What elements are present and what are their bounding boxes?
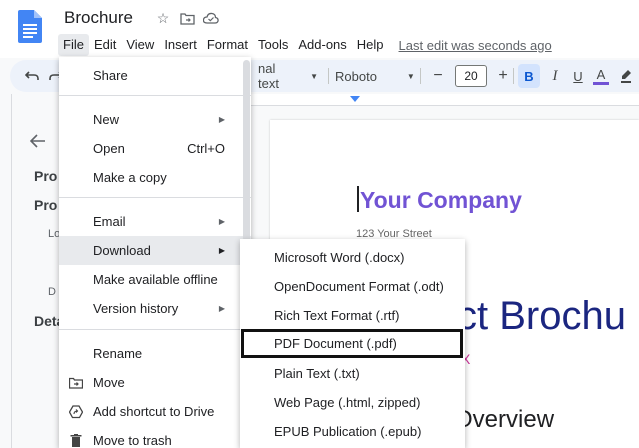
menu-edit[interactable]: Edit: [89, 34, 121, 56]
outline-heading[interactable]: Pro: [34, 168, 57, 184]
text-color-swatch: [593, 81, 609, 85]
menu-tools[interactable]: Tools: [253, 34, 293, 56]
menu-item-label: Open: [93, 141, 125, 156]
menu-item-label: OpenDocument Format (.odt): [274, 279, 444, 294]
menu-format[interactable]: Format: [202, 34, 253, 56]
menu-item-label: PDF Document (.pdf): [274, 336, 397, 351]
download-submenu: Microsoft Word (.docx) OpenDocument Form…: [240, 239, 465, 448]
text-color-label: A: [596, 66, 606, 82]
download-html[interactable]: Web Page (.html, zipped): [240, 388, 465, 417]
italic-button[interactable]: I: [544, 64, 566, 88]
menu-item-label: Web Page (.html, zipped): [274, 395, 421, 410]
company-heading[interactable]: Your Company: [360, 187, 522, 214]
paragraph-style-dropdown[interactable]: nal text ▼: [258, 61, 318, 91]
menu-item-make-copy[interactable]: Make a copy: [59, 163, 251, 192]
menu-item-label: Move to trash: [93, 433, 172, 448]
menu-item-version-history[interactable]: Version history ▶: [59, 294, 251, 323]
outline-heading[interactable]: Pro: [34, 197, 57, 213]
submenu-arrow-icon: ▶: [218, 115, 225, 124]
menu-item-trash[interactable]: Move to trash: [59, 426, 251, 448]
horizontal-ruler: [230, 94, 639, 106]
undo-icon[interactable]: [22, 64, 42, 88]
trash-icon: [69, 433, 83, 448]
highlight-pen-icon[interactable]: [616, 64, 636, 88]
increase-font-size-button[interactable]: +: [492, 64, 514, 88]
menu-item-new[interactable]: New ▶: [59, 105, 251, 134]
cloud-status-icon[interactable]: [203, 10, 219, 26]
download-odt[interactable]: OpenDocument Format (.odt): [240, 272, 465, 301]
menu-item-open[interactable]: Open Ctrl+O: [59, 134, 251, 163]
submenu-arrow-icon: ▶: [218, 304, 225, 313]
decrease-font-size-button[interactable]: −: [427, 64, 449, 88]
docs-logo-icon[interactable]: [18, 10, 42, 43]
menu-item-label: Download: [93, 243, 151, 258]
download-epub[interactable]: EPUB Publication (.epub): [240, 417, 465, 446]
submenu-arrow-icon: ▶: [218, 246, 225, 255]
font-dropdown[interactable]: Roboto ▼: [335, 64, 415, 88]
move-folder-icon: [69, 376, 83, 390]
menu-item-email[interactable]: Email ▶: [59, 207, 251, 236]
chevron-down-icon: ▼: [406, 71, 415, 81]
paragraph-style-value: nal text: [258, 61, 279, 91]
vertical-ruler: [0, 94, 12, 448]
menu-addons[interactable]: Add-ons: [293, 34, 351, 56]
indent-marker[interactable]: [350, 96, 360, 102]
menu-item-label: Make a copy: [93, 170, 167, 185]
menu-item-shortcut: Ctrl+O: [187, 141, 225, 156]
menu-item-label: Move: [93, 375, 125, 390]
menu-item-label: Version history: [93, 301, 179, 316]
outline-subheading[interactable]: D: [48, 286, 56, 298]
menu-item-share[interactable]: Share: [59, 61, 251, 90]
last-edit-link[interactable]: Last edit was seconds ago: [399, 38, 552, 53]
menu-item-label: Rich Text Format (.rtf): [274, 308, 400, 323]
menu-item-label: Add shortcut to Drive: [93, 404, 215, 419]
text-cursor: [357, 186, 359, 212]
font-value: Roboto: [335, 68, 377, 84]
star-icon[interactable]: ☆: [155, 10, 171, 26]
overview-heading[interactable]: Overview: [454, 406, 554, 434]
bold-button[interactable]: B: [518, 64, 540, 88]
submenu-arrow-icon: ▶: [218, 217, 225, 226]
font-size-input[interactable]: 20: [455, 65, 487, 87]
download-rtf[interactable]: Rich Text Format (.rtf): [240, 301, 465, 330]
download-pdf[interactable]: PDF Document (.pdf): [241, 329, 463, 358]
header: Brochure ☆ File Edit View Insert Format …: [0, 0, 639, 58]
chevron-down-icon: ▼: [310, 71, 318, 81]
add-shortcut-drive-icon: [69, 404, 83, 419]
menu-view[interactable]: View: [121, 34, 159, 56]
menu-file[interactable]: File: [58, 34, 89, 56]
menu-item-offline[interactable]: Make available offline: [59, 265, 251, 294]
menu-item-label: Email: [93, 214, 126, 229]
menu-insert[interactable]: Insert: [159, 34, 202, 56]
menu-item-label: EPUB Publication (.epub): [274, 424, 422, 439]
menu-item-label: Make available offline: [93, 272, 218, 287]
back-arrow-icon[interactable]: [29, 134, 46, 153]
menu-item-add-shortcut[interactable]: Add shortcut to Drive: [59, 397, 251, 426]
text-color-button[interactable]: A: [590, 64, 612, 88]
menubar: File Edit View Insert Format Tools Add-o…: [58, 34, 552, 56]
menu-item-label: Share: [93, 68, 128, 83]
underline-button[interactable]: U: [567, 64, 589, 88]
menu-item-download[interactable]: Download ▶: [59, 236, 251, 265]
menu-item-move[interactable]: Move: [59, 368, 251, 397]
brochure-title[interactable]: ct Brochu: [457, 294, 626, 339]
menu-item-label: New: [93, 112, 120, 127]
menu-help[interactable]: Help: [352, 34, 389, 56]
download-txt[interactable]: Plain Text (.txt): [240, 359, 465, 388]
download-docx[interactable]: Microsoft Word (.docx): [240, 243, 465, 272]
move-folder-icon[interactable]: [179, 10, 195, 26]
menu-item-rename[interactable]: Rename: [59, 339, 251, 368]
menu-item-label: Rename: [93, 346, 143, 361]
document-title[interactable]: Brochure: [64, 8, 133, 28]
file-menu: Share New ▶ Open Ctrl+O Make a copy Emai…: [59, 57, 251, 448]
menu-item-label: Plain Text (.txt): [274, 366, 360, 381]
menu-item-label: Microsoft Word (.docx): [274, 250, 405, 265]
